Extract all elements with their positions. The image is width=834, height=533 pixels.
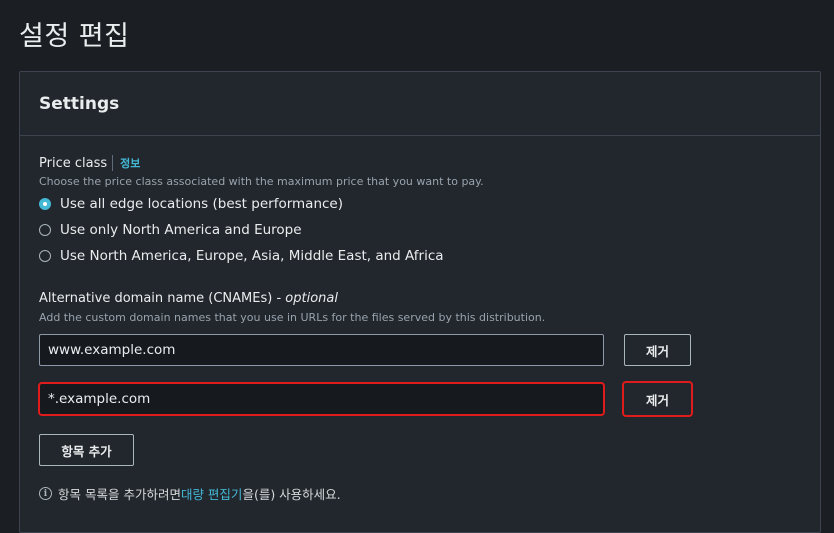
price-class-option-label: Use North America, Europe, Asia, Middle … <box>60 248 444 264</box>
remove-cname-1-button[interactable]: 제거 <box>624 334 691 366</box>
cnames-description: Add the custom domain names that you use… <box>39 311 546 324</box>
price-class-info-link[interactable]: 정보 <box>112 155 140 171</box>
price-class-label: Price class <box>39 155 108 171</box>
page-title: 설정 편집 <box>19 21 130 52</box>
price-class-option-all[interactable]: Use all edge locations (best performance… <box>39 196 343 212</box>
price-class-label-row: Price class 정보 <box>39 155 140 171</box>
info-circle-icon: i <box>39 487 52 500</box>
radio-button-checked[interactable] <box>39 198 51 210</box>
price-class-option-na-eu-asia[interactable]: Use North America, Europe, Asia, Middle … <box>39 248 444 264</box>
price-class-option-na-eu[interactable]: Use only North America and Europe <box>39 222 302 238</box>
add-item-button[interactable]: 항목 추가 <box>39 434 134 466</box>
hint-prefix: 항목 목록을 추가하려면 <box>58 487 181 502</box>
radio-button[interactable] <box>39 224 51 236</box>
price-class-description: Choose the price class associated with t… <box>39 175 484 188</box>
bulk-editor-hint: i 항목 목록을 추가하려면 대량 편집기 을(를) 사용하세요. <box>39 484 341 503</box>
settings-panel-header: Settings <box>20 72 820 136</box>
remove-cname-2-button[interactable]: 제거 <box>622 381 693 417</box>
cnames-label-text: Alternative domain name (CNAMEs) - <box>39 291 286 306</box>
cname-input-2[interactable] <box>38 382 605 416</box>
cnames-optional-text: optional <box>285 291 338 306</box>
settings-panel-title: Settings <box>39 94 120 114</box>
cnames-label: Alternative domain name (CNAMEs) - optio… <box>39 291 338 306</box>
bulk-editor-link[interactable]: 대량 편집기 <box>181 484 242 503</box>
cname-input-1[interactable] <box>39 334 604 366</box>
price-class-option-label: Use all edge locations (best performance… <box>60 196 343 212</box>
hint-suffix: 을(를) 사용하세요. <box>242 487 341 502</box>
radio-button[interactable] <box>39 250 51 262</box>
price-class-option-label: Use only North America and Europe <box>60 222 302 238</box>
